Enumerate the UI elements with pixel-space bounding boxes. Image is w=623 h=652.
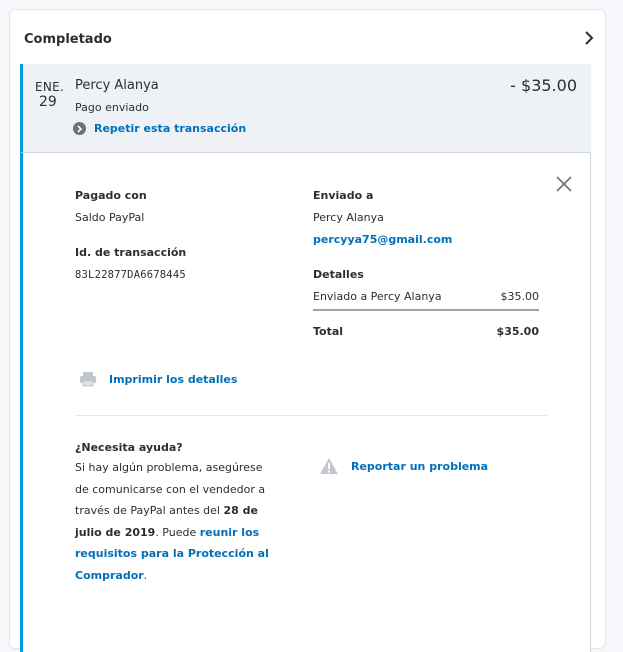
transaction-status: Pago enviado: [75, 101, 149, 114]
report-problem-label: Reportar un problema: [351, 459, 489, 473]
warning-icon: [320, 458, 338, 474]
line-item-label: Enviado a Percy Alanya: [313, 290, 442, 303]
report-problem-link[interactable]: Reportar un problema: [319, 457, 488, 475]
section-divider: [75, 415, 547, 416]
sent-to-name: Percy Alanya: [313, 211, 384, 224]
printer-icon: [80, 372, 96, 387]
print-details-label: Imprimir los detalles: [109, 372, 238, 386]
line-item-divider: [313, 309, 539, 311]
repeat-transaction-link[interactable]: Repetir esta transacción: [73, 122, 246, 135]
total-amount: $35.00: [496, 325, 539, 338]
details-label: Detalles: [313, 268, 364, 281]
paid-with-value: Saldo PayPal: [75, 211, 145, 224]
transaction-amount: - $35.00: [510, 76, 577, 95]
transaction-details-panel: Pagado con Saldo PayPal Id. de transacci…: [20, 152, 591, 652]
total-label: Total: [313, 325, 344, 338]
chevron-right-icon[interactable]: [582, 30, 596, 46]
close-icon[interactable]: [555, 175, 573, 193]
help-title: ¿Necesita ayuda?: [75, 441, 183, 454]
arrow-right-circle-icon: [73, 122, 86, 135]
total-row: Total $35.00: [313, 325, 539, 338]
transaction-recipient: Percy Alanya: [75, 78, 159, 93]
transaction-day: 29: [39, 94, 57, 110]
help-text-part-3: .: [143, 568, 148, 582]
line-item-row: Enviado a Percy Alanya $35.00: [313, 290, 539, 303]
transaction-month: ENE.: [35, 80, 65, 94]
print-details-link[interactable]: Imprimir los detalles: [79, 371, 237, 387]
help-text-part-2: . Puede: [155, 525, 200, 539]
transaction-card: Completado ENE. 29 Percy Alanya Pago env…: [9, 9, 606, 652]
help-text: Si hay algún problema, asegúrese de comu…: [75, 457, 275, 586]
line-item-amount: $35.00: [500, 290, 540, 303]
transaction-row[interactable]: ENE. 29 Percy Alanya Pago enviado - $35.…: [20, 64, 591, 152]
paid-with-label: Pagado con: [75, 189, 147, 202]
repeat-transaction-label: Repetir esta transacción: [94, 122, 247, 135]
sent-to-label: Enviado a: [313, 189, 374, 202]
transaction-id-value: 83L22877DA6678445: [75, 269, 186, 281]
section-title: Completado: [24, 32, 112, 47]
sent-to-email-link[interactable]: percyya75@gmail.com: [313, 233, 452, 246]
transaction-id-label: Id. de transacción: [75, 246, 187, 259]
